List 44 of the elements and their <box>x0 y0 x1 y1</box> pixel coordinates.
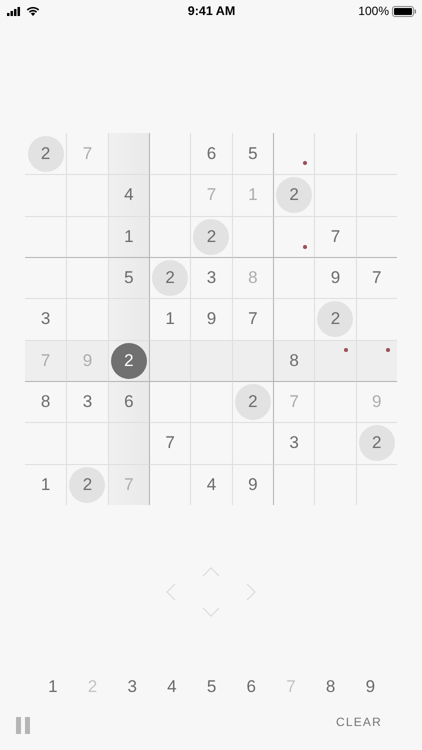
number-key[interactable]: 4 <box>152 676 192 697</box>
battery-icon <box>392 6 416 16</box>
grid-cell[interactable] <box>314 422 356 464</box>
chevron-left-icon[interactable] <box>166 582 176 601</box>
grid-cell[interactable] <box>272 464 314 505</box>
grid-cell[interactable] <box>356 174 397 216</box>
grid-cell[interactable] <box>314 380 356 422</box>
grid-cell[interactable] <box>314 174 356 216</box>
grid-cell[interactable] <box>356 216 397 257</box>
grid-cell[interactable] <box>108 422 149 464</box>
grid-cell[interactable] <box>356 340 397 381</box>
grid-cell[interactable] <box>190 380 232 422</box>
grid-cell[interactable] <box>272 216 314 257</box>
grid-cell[interactable] <box>314 464 356 505</box>
clear-button[interactable]: CLEAR <box>336 715 382 730</box>
grid-cell[interactable] <box>190 422 232 464</box>
signal-icon <box>7 6 20 16</box>
wifi-icon <box>26 6 40 16</box>
grid-cell[interactable] <box>108 298 149 340</box>
chevron-down-icon[interactable] <box>202 606 220 617</box>
chevron-right-icon[interactable] <box>246 582 256 601</box>
clock-time: 9:41 AM <box>188 4 236 18</box>
number-key[interactable]: 5 <box>192 676 232 697</box>
grid-cell[interactable] <box>272 256 314 298</box>
grid-cell[interactable] <box>148 464 190 505</box>
number-key[interactable]: 3 <box>112 676 152 697</box>
battery-percentage: 100% <box>358 4 389 18</box>
grid-cell[interactable] <box>232 422 273 464</box>
number-key[interactable]: 9 <box>350 676 390 697</box>
number-key[interactable]: 8 <box>310 676 350 697</box>
grid-cell[interactable] <box>148 216 190 257</box>
number-key[interactable]: 6 <box>231 676 272 697</box>
grid-cell[interactable] <box>190 340 232 381</box>
grid-cell[interactable] <box>108 133 149 174</box>
chevron-up-icon[interactable] <box>202 566 220 577</box>
grid-cell[interactable] <box>314 340 356 381</box>
grid-cell[interactable] <box>356 464 397 505</box>
grid-cell[interactable] <box>148 380 190 422</box>
grid-cell[interactable] <box>232 216 273 257</box>
number-key[interactable]: 1 <box>33 676 73 697</box>
grid-cell[interactable] <box>148 340 190 381</box>
pause-icon[interactable] <box>16 716 31 734</box>
grid-cell[interactable] <box>148 174 190 216</box>
grid-cell[interactable] <box>232 340 273 381</box>
